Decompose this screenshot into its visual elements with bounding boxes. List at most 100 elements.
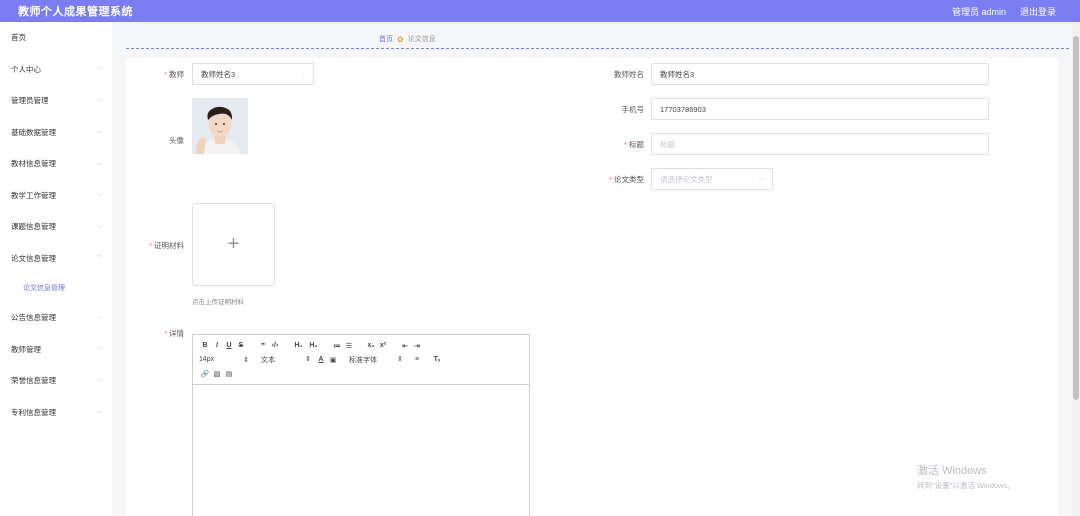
bullet-list-icon[interactable]: ☰ xyxy=(343,342,355,350)
page-scrollbar[interactable] xyxy=(1072,22,1080,516)
chevron-down-icon: ⌵ xyxy=(96,128,102,136)
divider xyxy=(126,48,1069,49)
outdent-icon[interactable]: ⇤ xyxy=(399,342,411,350)
sidebar-item-patent-info[interactable]: 专利信息管理 ⌵ xyxy=(0,397,112,429)
paper-type-select[interactable]: 请选择论文类型 ⌵ xyxy=(651,168,773,190)
title-input[interactable]: 标题 xyxy=(651,133,989,155)
chevron-down-icon: ⌵ xyxy=(96,408,102,416)
chevron-down-icon: ⌵ xyxy=(96,65,102,73)
editor-content-area[interactable] xyxy=(193,385,529,516)
plus-icon: + xyxy=(227,233,240,255)
upload-tip: 点击上传证明材料 xyxy=(192,299,244,306)
teacher-select[interactable]: 教师姓名3 ⌵ xyxy=(192,63,314,85)
proof-label: * 证明材料 xyxy=(149,241,184,250)
select-arrows-icon: ⇕ xyxy=(305,355,311,363)
sidebar-item-personal-center[interactable]: 个人中心 ⌵ xyxy=(0,54,112,86)
rich-text-editor: B I U S ❞ ‹/› H₁ H₂ ≔ ☰ x₂ x² ⇤ ⇥ 14px ⇕… xyxy=(192,334,530,516)
sidebar-item-label: 课题信息管理 xyxy=(11,222,56,232)
sidebar-item-teacher-management[interactable]: 教师管理 ⌵ xyxy=(0,334,112,366)
font-color-icon[interactable]: A xyxy=(315,356,327,363)
font-size-value: 14px xyxy=(199,355,215,363)
indent-icon[interactable]: ⇥ xyxy=(411,342,423,350)
proof-upload-button[interactable]: + xyxy=(192,203,275,286)
chevron-down-icon: ⌵ xyxy=(299,70,305,77)
phone-value: 17703786903 xyxy=(660,104,706,114)
sidebar-item-label: 基础数据管理 xyxy=(11,127,56,137)
block-format-select[interactable]: 文本 ⇕ xyxy=(261,355,311,365)
sidebar-item-label: 教师管理 xyxy=(11,344,41,354)
teacher-name-label: 教师姓名 xyxy=(614,70,644,79)
clear-format-icon[interactable]: Tₓ xyxy=(431,356,443,363)
video-icon[interactable]: ▤ xyxy=(223,370,235,378)
code-block-icon[interactable]: ‹/› xyxy=(269,342,281,349)
bold-icon[interactable]: B xyxy=(199,342,211,349)
phone-field[interactable]: 17703786903 xyxy=(651,98,989,120)
heading2-icon[interactable]: H₂ xyxy=(306,342,321,349)
title-placeholder: 标题 xyxy=(660,139,675,149)
image-icon[interactable]: ▨ xyxy=(211,370,223,378)
sidebar-item-label: 教材信息管理 xyxy=(11,159,56,169)
chevron-down-icon: ⌵ xyxy=(96,159,102,167)
sidebar-subitem-paper-management[interactable]: 论文信息管理 xyxy=(0,274,112,302)
ordered-list-icon[interactable]: ≔ xyxy=(331,342,343,350)
chevron-down-icon: ⌵ xyxy=(96,222,102,230)
sidebar-item-honor-info[interactable]: 荣誉信息管理 ⌵ xyxy=(0,365,112,397)
strikethrough-icon[interactable]: S xyxy=(235,342,247,349)
paper-form: * 教师 教师姓名3 ⌵ 头像 * 证明材料 + 点击上传证明材料 * 详情 B… xyxy=(126,58,1058,516)
teacher-select-value: 教师姓名3 xyxy=(201,69,236,79)
teacher-label: * 教师 xyxy=(164,70,184,79)
sidebar-item-teaching-work[interactable]: 教学工作管理 ⌵ xyxy=(0,180,112,212)
font-family-select[interactable]: 标准字体 ⇕ xyxy=(349,355,403,365)
chevron-down-icon: ⌵ xyxy=(96,191,102,199)
watermark-line1: 激活 Windows xyxy=(917,465,987,477)
heading1-icon[interactable]: H₁ xyxy=(291,342,306,349)
font-family-value: 标准字体 xyxy=(349,356,377,364)
blockquote-icon[interactable]: ❞ xyxy=(257,342,269,350)
align-icon[interactable]: ≡ xyxy=(411,356,423,363)
breadcrumb-separator-icon: ✿ xyxy=(397,34,404,44)
sidebar-item-label: 荣誉信息管理 xyxy=(11,376,56,386)
teacher-name-field[interactable]: 教师姓名3 xyxy=(651,63,989,85)
sidebar-item-textbook-info[interactable]: 教材信息管理 ⌵ xyxy=(0,148,112,180)
teacher-name-value: 教师姓名3 xyxy=(660,69,695,79)
sidebar-item-project-info[interactable]: 课题信息管理 ⌵ xyxy=(0,211,112,243)
watermark-line2: 转到"设置"以激活 Windows。 xyxy=(917,481,1015,490)
phone-label: 手机号 xyxy=(621,105,645,114)
sidebar-item-home[interactable]: 首页 xyxy=(0,22,112,54)
superscript-icon[interactable]: x² xyxy=(377,342,389,349)
detail-label: * 详情 xyxy=(164,329,184,338)
sidebar-item-announcement-info[interactable]: 公告信息管理 ⌵ xyxy=(0,302,112,334)
link-icon[interactable]: 🔗 xyxy=(199,370,211,378)
current-user-label: 管理员 admin xyxy=(951,6,1006,17)
sidebar-item-label: 论文信息管理 xyxy=(11,253,56,263)
sidebar-item-label: 首页 xyxy=(11,33,26,43)
sidebar-item-basic-data[interactable]: 基础数据管理 ⌵ xyxy=(0,117,112,149)
chevron-up-icon: ⌃ xyxy=(96,255,102,263)
sidebar-item-label: 个人中心 xyxy=(11,64,41,74)
italic-icon[interactable]: I xyxy=(211,342,223,349)
sidebar-item-label: 专利信息管理 xyxy=(11,407,56,417)
scrollbar-thumb[interactable] xyxy=(1073,36,1079,400)
chevron-down-icon: ⌵ xyxy=(96,96,102,104)
sidebar-item-label: 公告信息管理 xyxy=(11,313,56,323)
sidebar-item-paper-info[interactable]: 论文信息管理 ⌃ xyxy=(0,243,112,275)
avatar-label: 头像 xyxy=(169,136,184,145)
breadcrumb: 首页 ✿ 论文信息 xyxy=(379,34,436,44)
underline-icon[interactable]: U xyxy=(223,342,235,349)
paper-type-placeholder: 请选择论文类型 xyxy=(660,174,713,184)
sidebar-item-admin-management[interactable]: 管理员管理 ⌵ xyxy=(0,85,112,117)
background-color-icon[interactable]: ▣ xyxy=(327,356,339,364)
main-content: 首页 ✿ 论文信息 * 教师 教师姓名3 ⌵ 头像 * 证明材料 + 点击上传证… xyxy=(112,22,1080,516)
paper-type-label: * 论文类型 xyxy=(609,175,644,184)
font-size-select[interactable]: 14px ⇕ xyxy=(199,356,249,364)
editor-toolbar: B I U S ❞ ‹/› H₁ H₂ ≔ ☰ x₂ x² ⇤ ⇥ 14px ⇕… xyxy=(193,335,529,385)
select-arrows-icon: ⇕ xyxy=(243,356,249,364)
top-header: 教师个人成果管理系统 管理员 admin 退出登录 xyxy=(0,0,1080,22)
avatar-image xyxy=(192,98,248,154)
subscript-icon[interactable]: x₂ xyxy=(365,342,377,349)
logout-link[interactable]: 退出登录 xyxy=(1020,5,1056,18)
chevron-down-icon: ⌵ xyxy=(96,345,102,353)
block-format-value: 文本 xyxy=(261,356,275,364)
sidebar: 首页 个人中心 ⌵ 管理员管理 ⌵ 基础数据管理 ⌵ 教材信息管理 ⌵ 教学工作… xyxy=(0,22,112,516)
breadcrumb-home-link[interactable]: 首页 xyxy=(379,34,393,44)
